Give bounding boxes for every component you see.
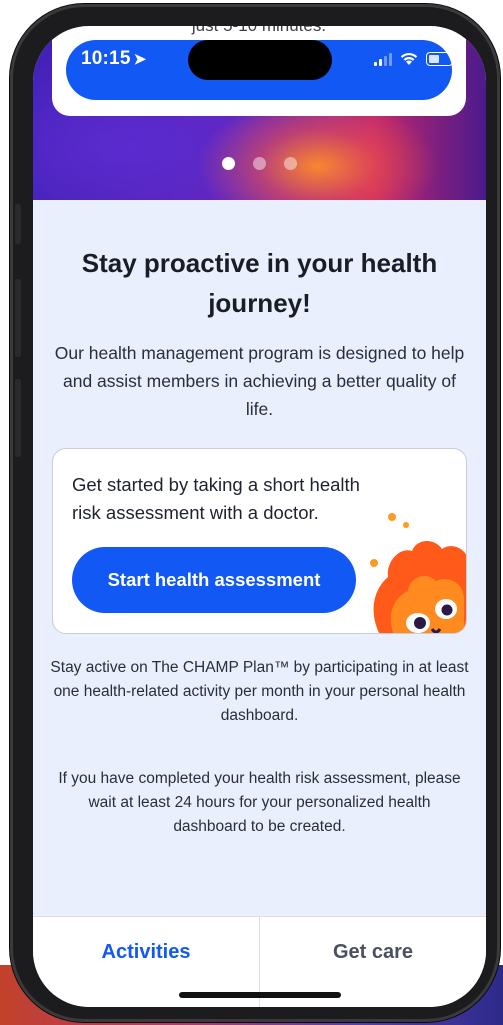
start-health-assessment-button[interactable]: Start health assessment <box>72 547 356 613</box>
mascot-illustration <box>370 513 466 633</box>
silent-switch <box>15 204 21 244</box>
activity-info-text: Stay active on The CHAMP Plan™ by partic… <box>50 659 469 724</box>
volume-down-button <box>15 379 21 457</box>
app-screen: just 5-10 minutes. Get started 10:15➤ St… <box>33 26 486 1007</box>
hero-card-text: just 5-10 minutes. <box>52 26 466 36</box>
status-icons <box>374 51 456 66</box>
dynamic-island <box>188 40 332 80</box>
signal-icon <box>374 52 392 66</box>
wifi-icon <box>400 52 418 65</box>
status-time-label: 10:15 <box>81 48 131 69</box>
carousel-dot-2[interactable] <box>253 157 266 170</box>
carousel-dot-1[interactable] <box>222 157 235 170</box>
battery-icon <box>426 52 456 66</box>
home-indicator[interactable] <box>179 992 341 998</box>
card-text: Get started by taking a short health ris… <box>72 474 360 523</box>
carousel-dot-3[interactable] <box>284 157 297 170</box>
carousel-pagination <box>33 157 486 170</box>
dashboard-wait-text: If you have completed your health risk a… <box>58 770 461 835</box>
location-arrow-icon: ➤ <box>133 51 147 68</box>
intro-text: Our health management program is designe… <box>54 343 465 419</box>
page-title: Stay proactive in your health journey! <box>81 248 438 318</box>
status-time: 10:15 ➤ <box>81 48 146 70</box>
health-assessment-card: Get started by taking a short health ris… <box>52 448 467 634</box>
volume-up-button <box>15 279 21 357</box>
